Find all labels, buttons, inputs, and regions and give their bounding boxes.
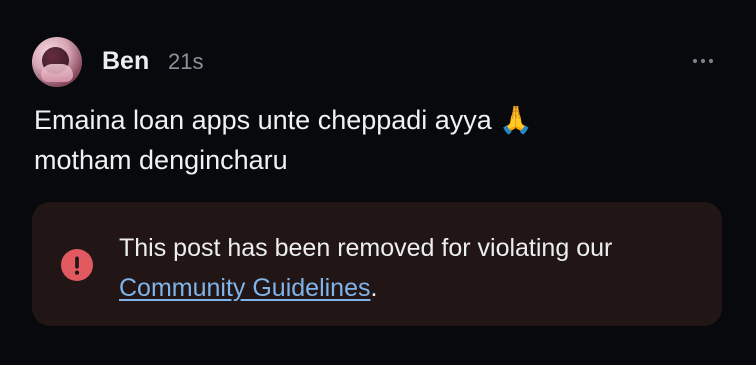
removal-message: This post has been removed for violating… xyxy=(119,228,689,308)
community-guidelines-link[interactable]: Community Guidelines xyxy=(119,274,371,302)
post-text: Emaina loan apps unte cheppadi ayya 🙏 mo… xyxy=(34,105,533,175)
removal-message-line: This post has been removed for violating… xyxy=(119,234,613,262)
post-timestamp[interactable]: 21s xyxy=(168,48,203,76)
author-name[interactable]: Ben xyxy=(102,46,149,76)
removal-link-line: Community Guidelines. xyxy=(119,268,689,308)
alert-circle-icon xyxy=(60,248,94,282)
post-card: Ben 21s Emaina loan apps unte cheppadi a… xyxy=(0,0,756,365)
more-options-button[interactable] xyxy=(690,48,716,74)
removal-message-suffix: . xyxy=(370,274,378,302)
more-horizontal-icon xyxy=(692,58,714,64)
avatar[interactable] xyxy=(32,37,82,87)
